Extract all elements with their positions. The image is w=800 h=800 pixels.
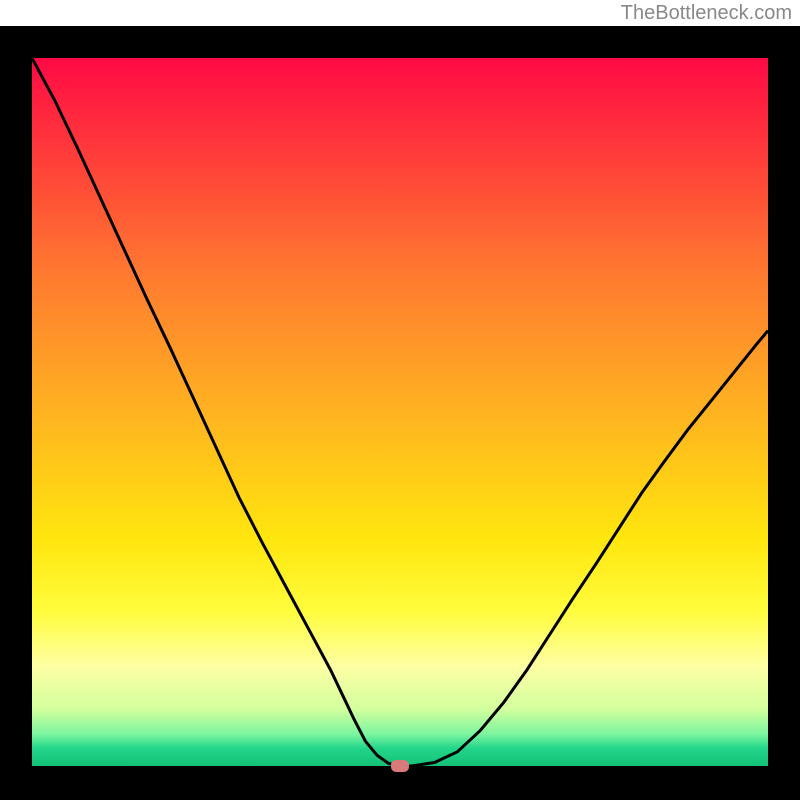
optimum-marker bbox=[391, 760, 409, 772]
chart-container: TheBottleneck.com bbox=[0, 0, 800, 800]
bottleneck-chart bbox=[0, 0, 800, 800]
attribution-label: TheBottleneck.com bbox=[621, 2, 792, 25]
plot-background bbox=[32, 58, 768, 766]
